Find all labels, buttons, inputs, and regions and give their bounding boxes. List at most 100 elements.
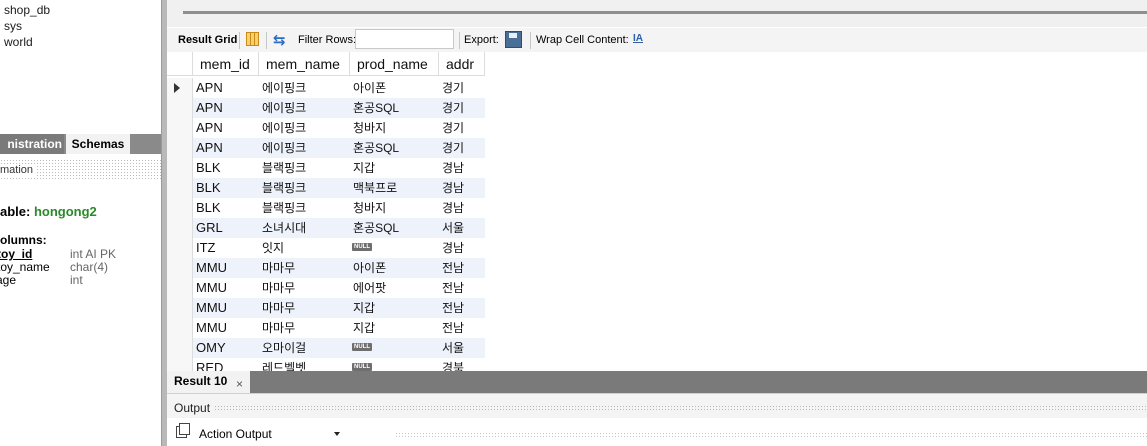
output-type-select[interactable]: Action Output <box>192 424 343 444</box>
grid-cell-mem-id[interactable]: MMU <box>193 258 227 278</box>
column-header-mem-name[interactable]: mem_name <box>259 52 350 76</box>
grid-cell-addr[interactable]: 전남 <box>439 298 464 318</box>
grid-view-icon[interactable] <box>246 32 259 46</box>
table-row[interactable]: OMY 오마이걸 NULL 서울 <box>167 338 485 358</box>
table-row[interactable]: RED 레드벨벳 NULL 경북 <box>167 358 485 371</box>
grid-cell-addr[interactable]: 전남 <box>439 258 464 278</box>
grid-cell-mem-id[interactable]: ITZ <box>193 238 216 258</box>
table-row[interactable]: GRL 소녀시대 혼공SQL 서울 <box>167 218 485 238</box>
grid-cell-addr[interactable]: 경기 <box>439 118 464 138</box>
grid-cell-prod-name[interactable]: NULL <box>350 358 372 371</box>
grid-cell-mem-id[interactable]: MMU <box>193 318 227 338</box>
result-grid[interactable]: mem_id mem_name prod_name addr APN 에이핑크 아이… <box>167 52 1147 371</box>
grid-cell-mem-id[interactable]: BLK <box>193 158 221 178</box>
grid-cell-prod-name[interactable]: 청바지 <box>350 118 386 138</box>
tab-administration[interactable]: nistration <box>0 134 64 154</box>
row-header[interactable] <box>167 258 193 278</box>
row-header[interactable] <box>167 198 193 218</box>
grid-cell-addr[interactable]: 전남 <box>439 318 464 338</box>
grid-cell-mem-id[interactable]: MMU <box>193 298 227 318</box>
grid-cell-mem-id[interactable]: RED <box>193 358 223 371</box>
grid-cell-prod-name[interactable]: 맥북프로 <box>350 178 397 198</box>
grid-cell-mem-name[interactable]: 마마무 <box>259 278 295 298</box>
row-header[interactable] <box>167 278 193 298</box>
grid-cell-mem-name[interactable]: 마마무 <box>259 258 295 278</box>
schema-item-shop-db[interactable]: shop_db <box>4 3 50 17</box>
grid-cell-addr[interactable]: 경남 <box>439 198 464 218</box>
grid-cell-addr[interactable]: 경기 <box>439 78 464 98</box>
table-row[interactable]: APN 에이핑크 아이폰 경기 <box>167 78 485 98</box>
table-row[interactable]: MMU 마마무 에어팟 전남 <box>167 278 485 298</box>
grid-cell-mem-id[interactable]: OMY <box>193 338 226 358</box>
column-header-addr[interactable]: addr <box>439 52 485 76</box>
row-header[interactable] <box>167 78 193 98</box>
grid-cell-addr[interactable]: 경기 <box>439 138 464 158</box>
grid-cell-mem-id[interactable]: APN <box>193 138 223 158</box>
grid-cell-addr[interactable]: 서울 <box>439 218 464 238</box>
grid-cell-mem-name[interactable]: 오마이걸 <box>259 338 306 358</box>
grid-cell-mem-id[interactable]: APN <box>193 98 223 118</box>
column-header-mem-id[interactable]: mem_id <box>193 52 259 76</box>
grid-cell-prod-name[interactable]: 청바지 <box>350 198 386 218</box>
row-header[interactable] <box>167 238 193 258</box>
table-row[interactable]: APN 에이핑크 청바지 경기 <box>167 118 485 138</box>
filter-rows-input[interactable] <box>355 29 454 49</box>
grid-cell-prod-name[interactable]: 혼공SQL <box>350 138 399 158</box>
grid-cell-addr[interactable]: 경기 <box>439 98 464 118</box>
result-grid-button[interactable]: Result Grid <box>178 34 237 46</box>
column-header-prod-name[interactable]: prod_name <box>350 52 439 76</box>
tab-schemas[interactable]: Schemas <box>66 134 130 154</box>
grid-cell-mem-name[interactable]: 마마무 <box>259 298 295 318</box>
grid-cell-prod-name[interactable]: NULL <box>350 338 372 358</box>
grid-cell-mem-id[interactable]: APN <box>193 118 223 138</box>
row-header[interactable] <box>167 98 193 118</box>
close-icon[interactable]: × <box>236 374 243 394</box>
grid-cell-mem-id[interactable]: GRL <box>193 218 223 238</box>
grid-cell-mem-name[interactable]: 잇지 <box>259 238 284 258</box>
grid-cell-prod-name[interactable]: 지갑 <box>350 298 375 318</box>
wrap-cell-icon[interactable]: IA <box>633 33 643 44</box>
row-header[interactable] <box>167 218 193 238</box>
sql-editor-area[interactable] <box>167 0 1147 27</box>
refresh-icon[interactable]: ⇆ <box>273 31 286 49</box>
grid-cell-mem-name[interactable]: 에이핑크 <box>259 98 306 118</box>
grid-cell-mem-name[interactable]: 블랙핑크 <box>259 158 306 178</box>
grid-cell-mem-name[interactable]: 마마무 <box>259 318 295 338</box>
row-header[interactable] <box>167 318 193 338</box>
grid-cell-mem-name[interactable]: 블랙핑크 <box>259 198 306 218</box>
schema-item-world[interactable]: world <box>4 35 33 49</box>
grid-cell-mem-name[interactable]: 레드벨벳 <box>259 358 306 371</box>
grid-cell-mem-name[interactable]: 에이핑크 <box>259 138 306 158</box>
grid-cell-addr[interactable]: 경남 <box>439 158 464 178</box>
grid-cell-addr[interactable]: 서울 <box>439 338 464 358</box>
export-icon[interactable] <box>505 31 522 48</box>
grid-cell-addr[interactable]: 전남 <box>439 278 464 298</box>
grid-cell-prod-name[interactable]: NULL <box>350 238 372 258</box>
grid-cell-addr[interactable]: 경남 <box>439 238 464 258</box>
grid-cell-mem-id[interactable]: BLK <box>193 178 221 198</box>
grid-cell-prod-name[interactable]: 에어팟 <box>350 278 386 298</box>
table-row[interactable]: ITZ 잇지 NULL 경남 <box>167 238 485 258</box>
grid-cell-addr[interactable]: 경북 <box>439 358 464 371</box>
row-header[interactable] <box>167 118 193 138</box>
row-header[interactable] <box>167 298 193 318</box>
row-header[interactable] <box>167 158 193 178</box>
copy-icon[interactable] <box>176 423 190 438</box>
row-header[interactable] <box>167 178 193 198</box>
table-row[interactable]: APN 에이핑크 혼공SQL 경기 <box>167 138 485 158</box>
grid-cell-prod-name[interactable]: 아이폰 <box>350 78 386 98</box>
table-row[interactable]: BLK 블랙핑크 청바지 경남 <box>167 198 485 218</box>
table-row[interactable]: MMU 마마무 지갑 전남 <box>167 298 485 318</box>
row-header[interactable] <box>167 358 193 371</box>
grid-cell-mem-name[interactable]: 에이핑크 <box>259 78 306 98</box>
grid-cell-mem-name[interactable]: 에이핑크 <box>259 118 306 138</box>
grid-cell-mem-name[interactable]: 블랙핑크 <box>259 178 306 198</box>
row-header[interactable] <box>167 338 193 358</box>
tab-result-10[interactable]: Result 10 × <box>167 371 250 393</box>
grid-cell-prod-name[interactable]: 아이폰 <box>350 258 386 278</box>
grid-cell-mem-id[interactable]: MMU <box>193 278 227 298</box>
table-row[interactable]: BLK 블랙핑크 지갑 경남 <box>167 158 485 178</box>
grid-cell-addr[interactable]: 경남 <box>439 178 464 198</box>
schema-item-sys[interactable]: sys <box>4 19 22 33</box>
grid-cell-prod-name[interactable]: 혼공SQL <box>350 98 399 118</box>
